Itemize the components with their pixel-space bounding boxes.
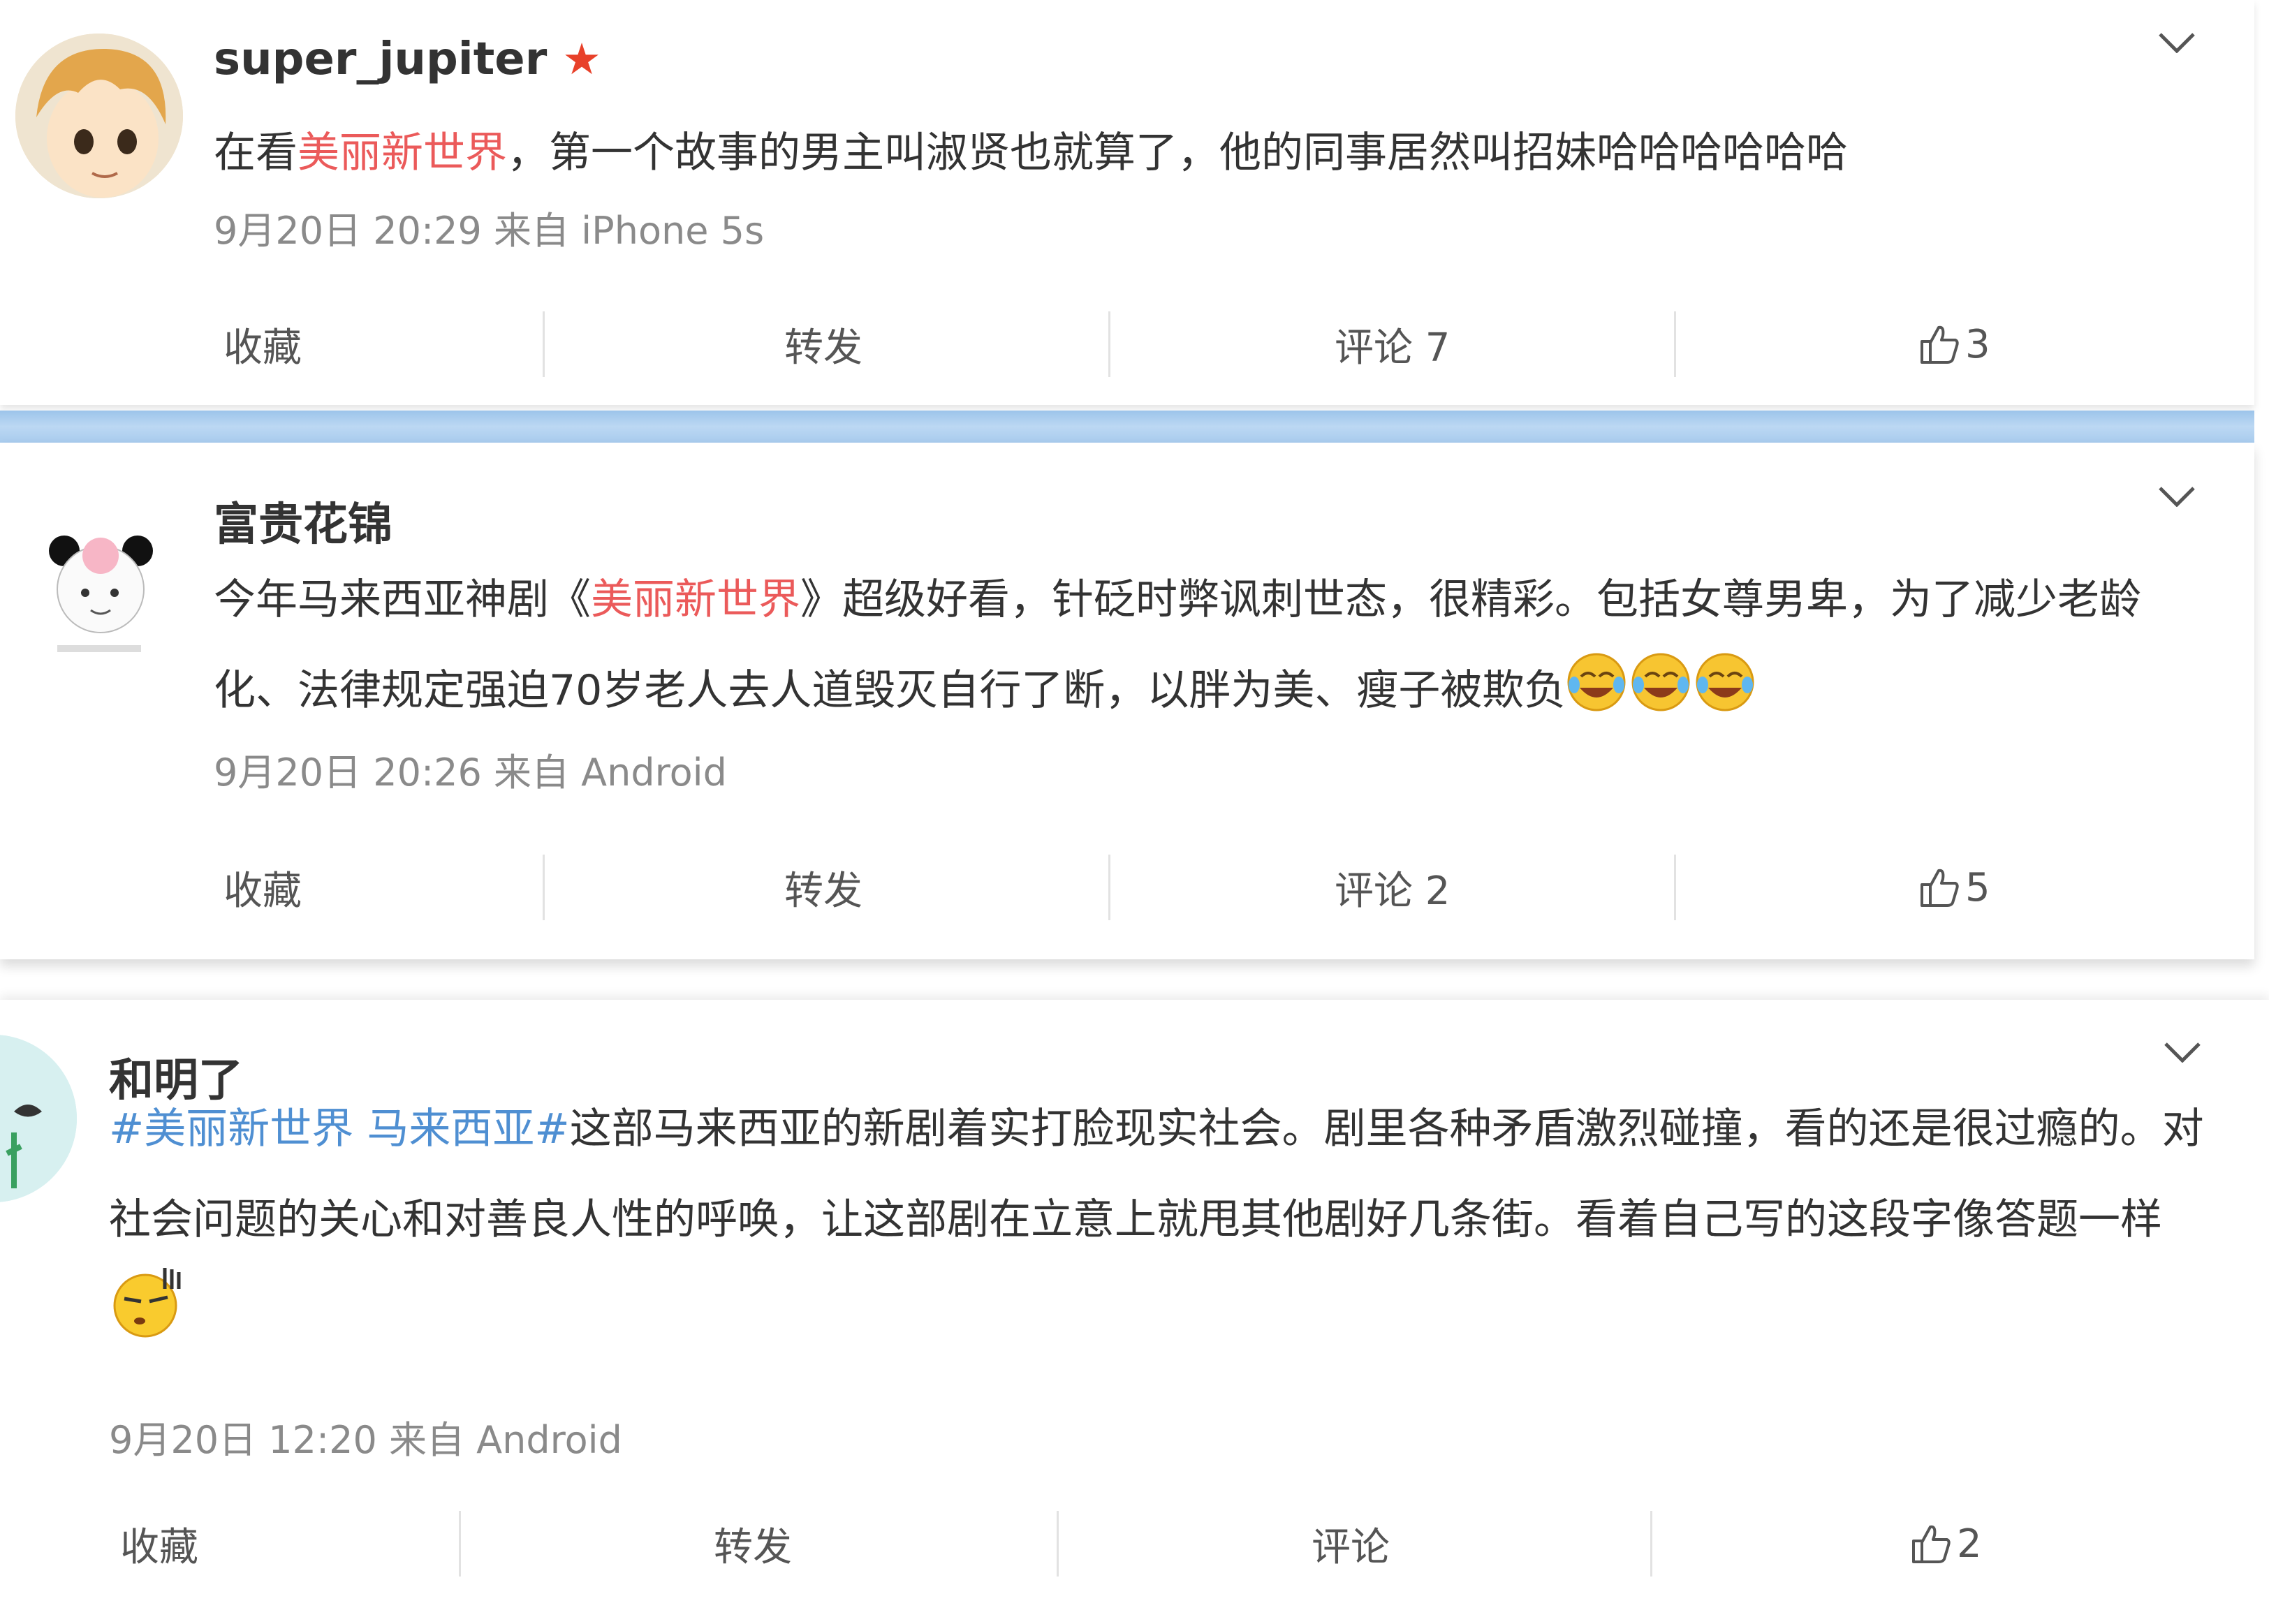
text-segment: ，第一个故事的男主叫淑贤也就算了，他的同事居然叫招妹哈哈哈哈哈哈 bbox=[507, 128, 1848, 177]
favorite-button[interactable]: 收藏 bbox=[0, 1505, 461, 1582]
username[interactable]: super_jupiter ★ bbox=[214, 34, 601, 85]
hashtag-link[interactable]: #美丽新世界 bbox=[109, 1105, 353, 1153]
post-meta: 9月20日 20:29 来自 iPhone 5s bbox=[214, 209, 765, 253]
repost-label: 转发 bbox=[714, 1524, 792, 1570]
smug-emoji bbox=[109, 1265, 186, 1371]
action-bar: 收藏 转发 评论 2 bbox=[0, 1505, 2253, 1582]
favorite-button[interactable]: 收藏 bbox=[0, 306, 545, 383]
repost-label: 转发 bbox=[784, 868, 862, 914]
favorite-label: 收藏 bbox=[120, 1524, 198, 1570]
thumbs-up-icon bbox=[1912, 1525, 1951, 1563]
repost-button[interactable]: 转发 bbox=[545, 849, 1110, 926]
chevron-down-icon[interactable] bbox=[2158, 32, 2196, 53]
action-bar: 收藏 转发 评论 2 5 bbox=[0, 849, 2235, 926]
text-segment: 今年马来西亚神剧《 bbox=[214, 575, 591, 624]
post-meta: 9月20日 12:20 来自 Android bbox=[109, 1418, 622, 1462]
post-text: #美丽新世界 马来西亚#这部马来西亚的新剧着实打脸现实社会。剧里各种矛盾激烈碰撞… bbox=[109, 1084, 2218, 1371]
star-badge-icon: ★ bbox=[562, 34, 601, 84]
like-button[interactable]: 2 bbox=[1652, 1505, 2253, 1582]
topic-link[interactable]: 美丽新世界 bbox=[298, 128, 507, 177]
thumbs-up-icon bbox=[1921, 869, 1959, 907]
chevron-down-icon[interactable] bbox=[2164, 1042, 2201, 1063]
favorite-button[interactable]: 收藏 bbox=[0, 849, 545, 926]
post-card-3: 和明了 #美丽新世界 马来西亚#这部马来西亚的新剧着实打脸现实社会。剧里各种矛盾… bbox=[0, 1000, 2269, 1624]
favorite-label: 收藏 bbox=[223, 325, 302, 371]
laugh-cry-emoji bbox=[1566, 651, 1758, 744]
comment-label: 评论 bbox=[1312, 1524, 1390, 1570]
repost-button[interactable]: 转发 bbox=[545, 306, 1110, 383]
like-count: 5 bbox=[1965, 864, 1990, 910]
post-text: 今年马来西亚神剧《美丽新世界》超级好看，针砭时弊讽刺世态，很精彩。包括女尊男卑，… bbox=[214, 554, 2204, 744]
like-button[interactable]: 5 bbox=[1676, 849, 2235, 926]
action-bar: 收藏 转发 评论 7 3 bbox=[0, 306, 2235, 383]
post-card-1: super_jupiter ★ 在看美丽新世界，第一个故事的男主叫淑贤也就算了，他… bbox=[0, 0, 2254, 405]
repost-button[interactable]: 转发 bbox=[461, 1505, 1059, 1582]
comment-button[interactable]: 评论 2 bbox=[1110, 849, 1676, 926]
thumbs-up-icon bbox=[1921, 325, 1959, 364]
post-text: 在看美丽新世界，第一个故事的男主叫淑贤也就算了，他的同事居然叫招妹哈哈哈哈哈哈 bbox=[214, 119, 1848, 179]
chevron-down-icon[interactable] bbox=[2158, 486, 2196, 507]
post-card-2: 富贵花锦 今年马来西亚神剧《美丽新世界》超级好看，针砭时弊讽刺世态，很精彩。包括… bbox=[0, 443, 2254, 959]
hashtag-link[interactable]: 马来西亚# bbox=[367, 1105, 569, 1153]
repost-label: 转发 bbox=[784, 325, 862, 371]
user-avatar[interactable] bbox=[0, 1035, 77, 1202]
like-count: 3 bbox=[1965, 321, 1990, 367]
username[interactable]: 富贵花锦 bbox=[214, 489, 392, 553]
comment-label: 评论 7 bbox=[1335, 325, 1451, 371]
favorite-label: 收藏 bbox=[223, 868, 302, 914]
user-avatar[interactable] bbox=[15, 34, 183, 198]
comment-label: 评论 2 bbox=[1335, 868, 1451, 914]
comment-button[interactable]: 评论 bbox=[1059, 1505, 1652, 1582]
user-avatar[interactable] bbox=[15, 505, 183, 673]
text-segment: 在看 bbox=[214, 128, 298, 177]
like-button[interactable]: 3 bbox=[1676, 306, 2235, 383]
topic-link[interactable]: 美丽新世界 bbox=[591, 575, 800, 624]
comment-button[interactable]: 评论 7 bbox=[1110, 306, 1676, 383]
username-text: super_jupiter bbox=[214, 34, 548, 85]
post-meta: 9月20日 20:26 来自 Android bbox=[214, 751, 727, 795]
like-count: 2 bbox=[1957, 1521, 1982, 1567]
post-separator bbox=[0, 411, 2254, 443]
